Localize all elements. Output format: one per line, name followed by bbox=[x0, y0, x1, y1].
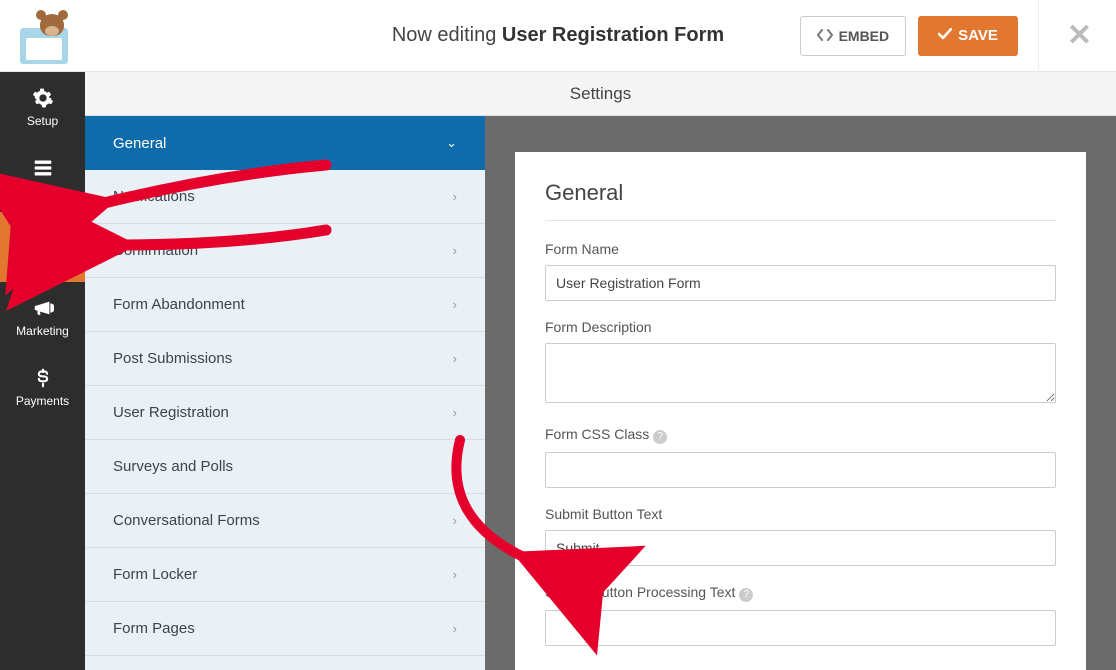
settings-item-label: Form Pages bbox=[113, 620, 195, 637]
settings-item-label: Surveys and Polls bbox=[113, 458, 233, 475]
nav-setup[interactable]: Setup bbox=[0, 72, 85, 142]
settings-item-user-registration[interactable]: User Registration › bbox=[85, 386, 485, 440]
settings-item-form-abandonment[interactable]: Form Abandonment › bbox=[85, 278, 485, 332]
section-title: Settings bbox=[570, 84, 631, 104]
settings-item-confirmation[interactable]: Confirmation › bbox=[85, 224, 485, 278]
nav-label: Payments bbox=[16, 394, 69, 408]
submit-button-processing-label: Submit Button Processing Text bbox=[545, 584, 735, 600]
settings-item-form-locker[interactable]: Form Locker › bbox=[85, 548, 485, 602]
left-nav: Setup Fields Settings Marketing bbox=[0, 72, 85, 670]
editing-form-name: User Registration Form bbox=[502, 24, 724, 46]
help-icon[interactable]: ? bbox=[739, 588, 753, 602]
chevron-right-icon: › bbox=[453, 405, 457, 420]
editing-prefix: Now editing bbox=[392, 24, 502, 46]
submit-button-processing-input[interactable] bbox=[545, 610, 1056, 646]
form-description-label: Form Description bbox=[545, 319, 1056, 335]
section-header: Settings bbox=[85, 72, 1116, 116]
general-settings-card: General Form Name Form Description Form … bbox=[515, 152, 1086, 670]
nav-label: Marketing bbox=[16, 324, 69, 338]
submit-button-text-input[interactable] bbox=[545, 530, 1056, 566]
chevron-right-icon: › bbox=[453, 243, 457, 258]
settings-item-surveys-polls[interactable]: Surveys and Polls bbox=[85, 440, 485, 494]
form-name-label: Form Name bbox=[545, 241, 1056, 257]
settings-item-form-pages[interactable]: Form Pages › bbox=[85, 602, 485, 656]
chevron-right-icon: › bbox=[453, 297, 457, 312]
chevron-right-icon: › bbox=[453, 513, 457, 528]
settings-item-label: User Registration bbox=[113, 404, 229, 421]
divider bbox=[1038, 0, 1039, 72]
form-css-class-label: Form CSS Class bbox=[545, 426, 649, 442]
top-bar: Now editing User Registration Form EMBED… bbox=[0, 0, 1116, 72]
code-icon bbox=[817, 28, 833, 44]
settings-item-label: General bbox=[113, 135, 166, 152]
nav-marketing[interactable]: Marketing bbox=[0, 282, 85, 352]
settings-item-conversational-forms[interactable]: Conversational Forms › bbox=[85, 494, 485, 548]
chevron-right-icon: › bbox=[453, 567, 457, 582]
nav-fields[interactable]: Fields bbox=[0, 142, 85, 212]
form-css-class-input[interactable] bbox=[545, 452, 1056, 488]
settings-item-label: Post Submissions bbox=[113, 350, 232, 367]
content-area: General Form Name Form Description Form … bbox=[485, 116, 1116, 670]
save-button-label: SAVE bbox=[958, 27, 998, 44]
embed-button-label: EMBED bbox=[839, 28, 890, 44]
chevron-right-icon: › bbox=[453, 621, 457, 636]
nav-label: Setup bbox=[27, 114, 58, 128]
list-icon bbox=[31, 156, 55, 180]
gear-icon bbox=[31, 86, 55, 110]
help-icon[interactable]: ? bbox=[653, 430, 667, 444]
save-button[interactable]: SAVE bbox=[918, 16, 1018, 56]
embed-button[interactable]: EMBED bbox=[800, 16, 907, 56]
settings-menu: General ⌄ Notifications › Confirmation ›… bbox=[85, 116, 485, 670]
nav-label: Settings bbox=[21, 254, 64, 268]
nav-payments[interactable]: Payments bbox=[0, 352, 85, 422]
nav-label: Fields bbox=[26, 184, 58, 198]
settings-item-label: Form Locker bbox=[113, 566, 197, 583]
form-name-input[interactable] bbox=[545, 265, 1056, 301]
nav-settings[interactable]: Settings bbox=[0, 212, 85, 282]
settings-item-label: Form Abandonment bbox=[113, 296, 245, 313]
bullhorn-icon bbox=[31, 296, 55, 320]
form-description-input[interactable] bbox=[545, 343, 1056, 403]
chevron-right-icon: › bbox=[453, 351, 457, 366]
dollar-icon bbox=[31, 366, 55, 390]
settings-item-label: Notifications bbox=[113, 188, 195, 205]
sliders-icon bbox=[31, 226, 55, 250]
settings-item-general[interactable]: General ⌄ bbox=[85, 116, 485, 170]
settings-item-post-submissions[interactable]: Post Submissions › bbox=[85, 332, 485, 386]
submit-button-text-label: Submit Button Text bbox=[545, 506, 1056, 522]
close-button[interactable]: ✕ bbox=[1051, 18, 1096, 53]
settings-item-label: Confirmation bbox=[113, 242, 198, 259]
chevron-down-icon: ⌄ bbox=[446, 135, 457, 151]
settings-item-label: Conversational Forms bbox=[113, 512, 260, 529]
wpforms-logo bbox=[20, 8, 76, 64]
check-icon bbox=[938, 27, 952, 44]
chevron-right-icon: › bbox=[453, 189, 457, 204]
settings-item-notifications[interactable]: Notifications › bbox=[85, 170, 485, 224]
panel-heading: General bbox=[545, 180, 1056, 221]
editing-title: Now editing User Registration Form bbox=[392, 24, 724, 47]
